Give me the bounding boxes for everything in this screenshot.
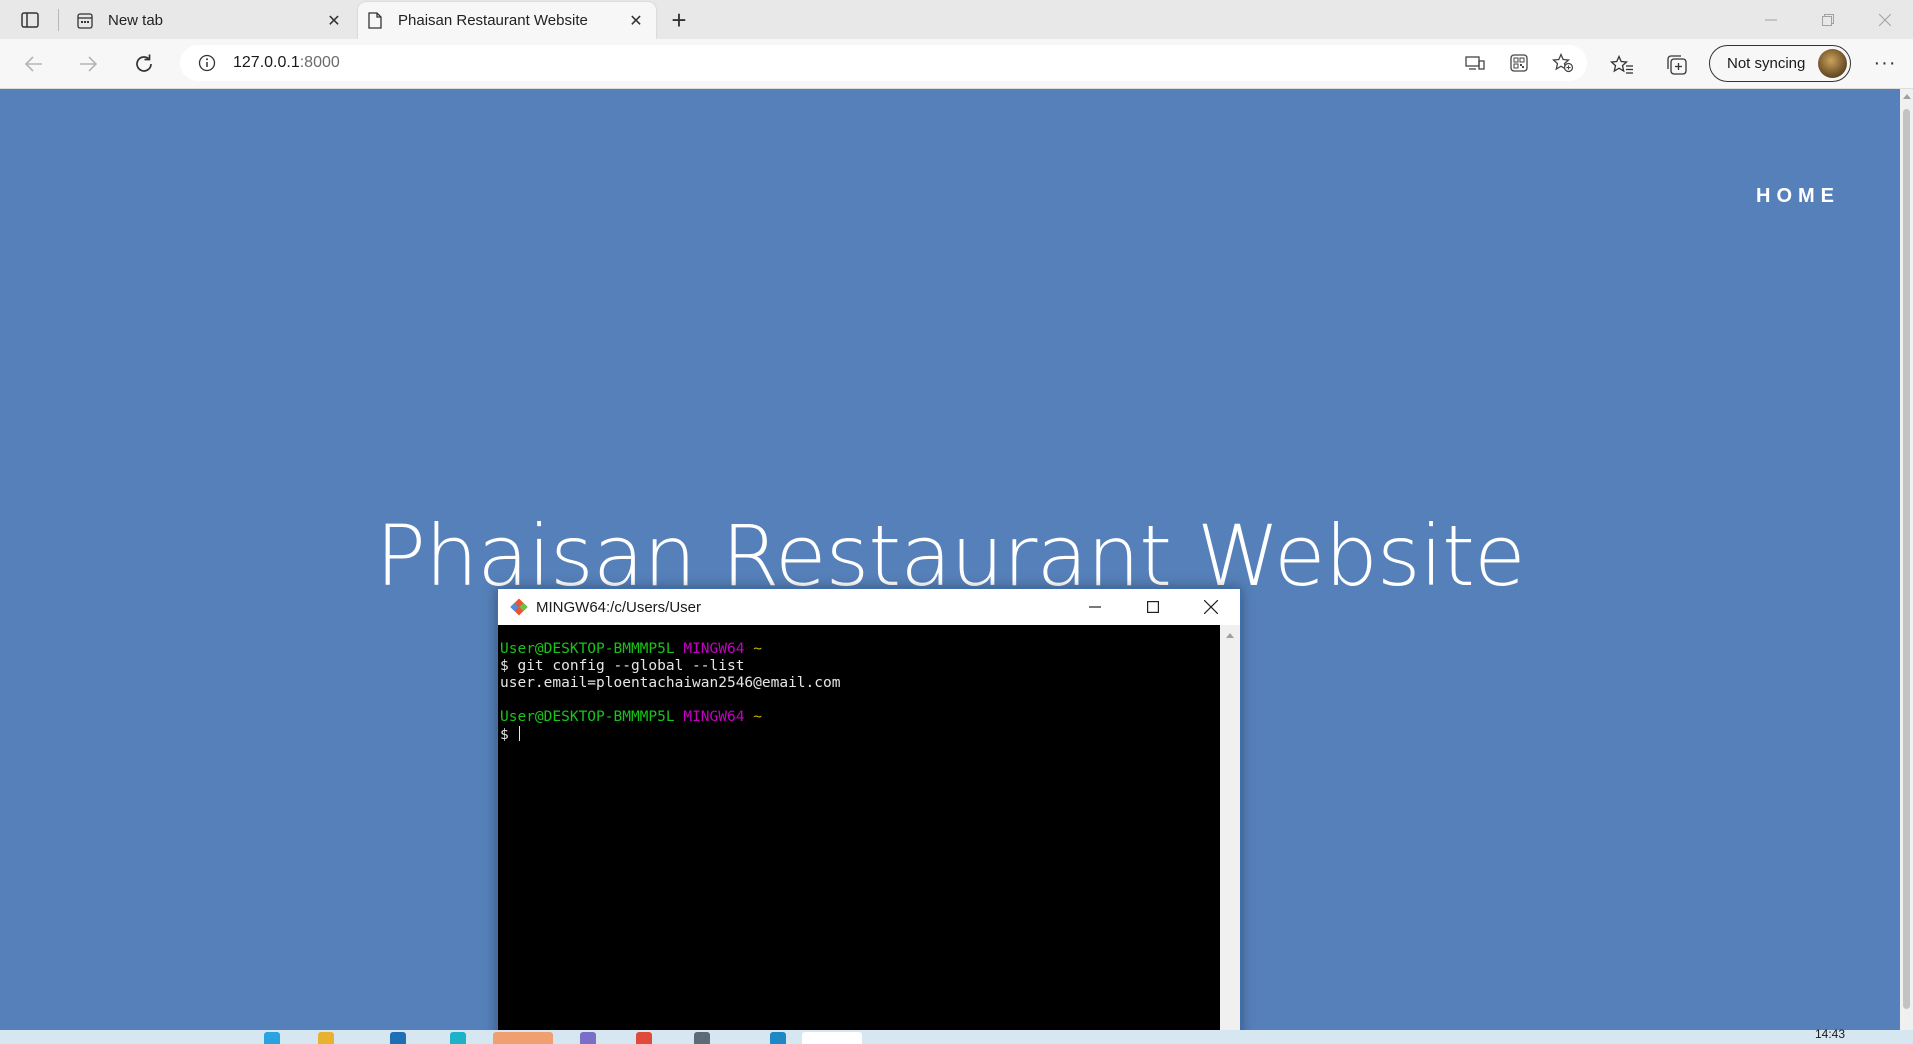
url-text: 127.0.0.1:8000: [233, 54, 340, 72]
url-host: 127.0.0.1: [233, 54, 300, 71]
tab-title: Phaisan Restaurant Website: [398, 12, 588, 29]
taskbar-clock[interactable]: 14:43: [1815, 1027, 1845, 1041]
close-tab-icon[interactable]: ✕: [322, 9, 346, 33]
app-available-icon[interactable]: [1463, 51, 1487, 75]
new-tab-button[interactable]: +: [664, 5, 694, 35]
prompt-path: ~: [753, 641, 762, 657]
tab-new-tab[interactable]: New tab ✕: [68, 2, 354, 39]
new-tab-page-icon: [76, 12, 94, 30]
taskbar-app-icon[interactable]: [493, 1032, 553, 1044]
scroll-up-icon[interactable]: [1903, 94, 1911, 99]
minimize-icon[interactable]: [1742, 0, 1799, 39]
prompt-user: User@DESKTOP-BMMMP5L: [500, 709, 675, 725]
terminal-titlebar[interactable]: MINGW64:/c/Users/User: [498, 589, 1240, 625]
terminal-output[interactable]: User@DESKTOP-BMMMP5L MINGW64 ~ $ git conf…: [498, 625, 1220, 1043]
terminal-prompt-line: User@DESKTOP-BMMMP5L MINGW64 ~: [500, 709, 1220, 726]
avatar: [1818, 49, 1847, 78]
text-cursor: [519, 726, 521, 741]
taskbar-app-icon[interactable]: [390, 1032, 406, 1044]
terminal-prompt-line: User@DESKTOP-BMMMP5L MINGW64 ~: [500, 641, 1220, 658]
close-tab-icon[interactable]: ✕: [624, 9, 648, 33]
page-scrollbar[interactable]: [1900, 89, 1913, 1044]
add-favorite-icon[interactable]: [1551, 51, 1575, 75]
minimize-icon[interactable]: [1066, 589, 1124, 625]
restore-icon[interactable]: [1799, 0, 1856, 39]
address-bar[interactable]: 127.0.0.1:8000: [180, 45, 1587, 81]
tab-phaisan-restaurant[interactable]: Phaisan Restaurant Website ✕: [358, 2, 656, 39]
more-menu-button[interactable]: ···: [1870, 51, 1900, 75]
tab-actions-icon[interactable]: [16, 9, 44, 31]
profile-sync-button[interactable]: Not syncing: [1709, 45, 1851, 82]
windows-taskbar: 14:43: [0, 1027, 1913, 1044]
collections-icon[interactable]: [1664, 52, 1690, 78]
site-info-icon[interactable]: [197, 53, 217, 73]
prompt-system: MINGW64: [683, 641, 745, 657]
scroll-up-icon[interactable]: [1226, 633, 1234, 638]
taskbar-app-icon[interactable]: [802, 1032, 862, 1044]
taskbar-app-icon[interactable]: [318, 1032, 334, 1044]
terminal-command-line: $ git config --global --list: [500, 658, 745, 674]
window-controls: [1742, 0, 1913, 39]
nav-link-home[interactable]: HOME: [1756, 185, 1840, 208]
tab-divider: [58, 9, 59, 31]
prompt-system: MINGW64: [683, 709, 745, 725]
prompt-path: ~: [753, 709, 762, 725]
browser-tab-bar: New tab ✕ Phaisan Restaurant Website ✕ +: [0, 0, 1913, 39]
address-bar-actions: [1463, 51, 1575, 75]
page-icon: [366, 12, 384, 30]
forward-arrow-icon[interactable]: [72, 48, 104, 80]
taskbar-app-icon[interactable]: [636, 1032, 652, 1044]
terminal-input-line[interactable]: $: [500, 726, 1220, 744]
terminal-output-line: user.email=ploentachaiwan2546@email.com: [500, 675, 841, 691]
tab-title: New tab: [108, 12, 164, 29]
refresh-icon[interactable]: [128, 48, 160, 80]
prompt-symbol: $: [500, 727, 518, 743]
close-window-icon[interactable]: [1856, 0, 1913, 39]
qr-code-icon[interactable]: [1507, 51, 1531, 75]
prompt-user: User@DESKTOP-BMMMP5L: [500, 641, 675, 657]
scrollbar-thumb[interactable]: [1903, 109, 1910, 1009]
close-window-icon[interactable]: [1182, 589, 1240, 625]
taskbar-app-icon[interactable]: [580, 1032, 596, 1044]
taskbar-app-icon[interactable]: [770, 1032, 786, 1044]
url-port: :8000: [299, 54, 340, 71]
taskbar-app-icon[interactable]: [264, 1032, 280, 1044]
terminal-window[interactable]: MINGW64:/c/Users/User User@DESKTOP-BMMMP…: [497, 588, 1241, 1044]
sync-status-label: Not syncing: [1727, 55, 1806, 72]
git-bash-icon: [508, 596, 530, 618]
browser-toolbar: 127.0.0.1:8000 Not syncing ···: [0, 39, 1913, 89]
terminal-title: MINGW64:/c/Users/User: [536, 598, 702, 616]
taskbar-app-icon[interactable]: [694, 1032, 710, 1044]
taskbar-app-icon[interactable]: [450, 1032, 466, 1044]
back-arrow-icon[interactable]: [18, 48, 50, 80]
favorites-icon[interactable]: [1609, 52, 1635, 78]
terminal-scrollbar[interactable]: [1220, 625, 1240, 1043]
terminal-window-controls: [1066, 589, 1240, 625]
maximize-icon[interactable]: [1124, 589, 1182, 625]
